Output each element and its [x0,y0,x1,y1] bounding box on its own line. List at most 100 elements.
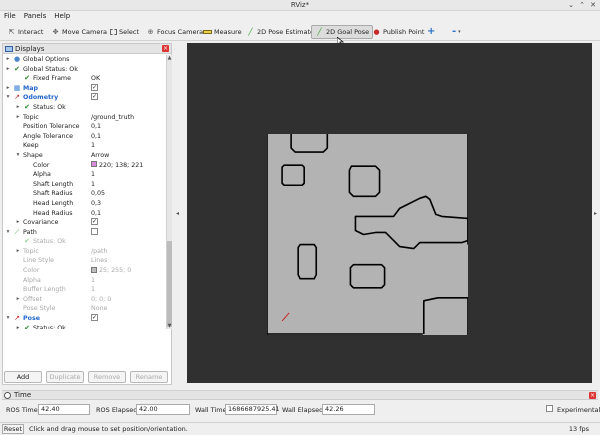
tree-row-fixed-frame[interactable]: ✔ Fixed Frame OK [3,74,166,84]
chevron-right-icon[interactable]: ▸ [5,55,11,65]
collapse-right-icon[interactable]: ▸ [594,210,597,217]
interact-button[interactable]: ⇱ Interact [4,25,46,39]
menu-help[interactable]: Help [50,11,74,21]
chevron-down-icon[interactable]: ▾ [5,93,11,103]
tree-row-pose-status[interactable]: ▸ ✔ Status: Ok [3,324,166,329]
remove-tool-button[interactable]: - ▾ [449,25,464,39]
scroll-down-icon[interactable]: ▼ [167,323,172,329]
move-camera-button[interactable]: ✥ Move Camera [48,25,110,39]
maximize-icon[interactable]: ⌃ [578,1,586,9]
tree-row-shaft-length[interactable]: Shaft Length 1 [3,180,166,190]
tree-row-shape-alpha[interactable]: Alpha 1 [3,170,166,180]
tree-scrollbar[interactable]: ▲ ▼ [166,55,172,329]
tree-row-odometry-topic[interactable]: ▸ Topic/ground_truth [3,113,166,123]
tree-row-global-status[interactable]: ▸ ✔ Global Status: Ok [3,65,166,75]
tree-row-value[interactable]: 1 [91,285,95,295]
chevron-right-icon[interactable]: ▸ [5,65,11,75]
ros-time-field[interactable]: 42.40 [38,404,90,415]
tree-row-value[interactable]: /path [91,247,107,257]
chevron-right-icon[interactable]: ▸ [15,103,21,113]
tree-row-shape-color[interactable]: Color 220; 138; 221 [3,161,166,171]
tree-row-value[interactable]: 220; 138; 221 [91,161,143,171]
add-tool-button[interactable]: + [424,25,438,39]
remove-button[interactable]: Remove [88,371,126,383]
tree-row-value[interactable]: 0,05 [91,189,105,199]
wall-time-field[interactable]: 1686687925.41 [225,404,280,415]
minimize-icon[interactable]: ⌄ [567,1,575,9]
rename-button[interactable]: Rename [130,371,168,383]
chevron-right-icon[interactable]: ▸ [15,218,21,228]
tree-row-pose-style[interactable]: Pose Style None [3,304,166,314]
add-button[interactable]: Add [4,371,42,383]
tree-row-value[interactable]: None [91,304,107,314]
reset-button[interactable]: Reset [2,424,24,434]
tree-row-value[interactable]: 1 [91,180,95,190]
menu-file[interactable]: File [0,11,20,21]
enable-checkbox[interactable]: ✓ [91,218,98,226]
tree-row-path-display[interactable]: ▾ ⟋ Path [3,227,166,238]
tree-row-path-topic[interactable]: ▸ Topic/path [3,247,166,257]
tree-row-line-style[interactable]: Line Style Lines [3,256,166,266]
chevron-down-icon[interactable]: ▾ [15,151,21,161]
tree-row-value[interactable]: Lines [91,256,107,266]
tree-row-offset[interactable]: ▸ Offset 0; 0; 0 [3,295,166,305]
tree-row-map-display[interactable]: ▸ ▦ Map ✓ [3,83,166,94]
tree-row-value[interactable]: OK [91,74,100,84]
chevron-down-icon[interactable]: ▾ [5,314,11,324]
tree-row-position-tolerance[interactable]: Position Tolerance 0,1 [3,122,166,132]
display-tree[interactable]: ▸ ● Global Options ▸ ✔ Global Status: Ok ✔ Fixe… [3,55,166,329]
render-viewport[interactable] [187,43,592,383]
tree-row-odometry-display[interactable]: ▾ ↗ Odometry ✓ [3,93,166,103]
tree-row-pose-display[interactable]: ▾ ↗ Pose ✓ [3,314,166,324]
scroll-up-icon[interactable]: ▲ [167,55,172,61]
tree-row-path-status[interactable]: ✔ Status: Ok [3,237,166,247]
tree-row-value[interactable]: 1 [91,141,95,151]
tree-row-covariance[interactable]: ▸ Covariance ✓ [3,218,166,228]
tree-row-value[interactable]: 0,3 [91,199,101,209]
ros-elapsed-field[interactable]: 42.00 [136,404,190,415]
close-panel-icon[interactable]: × [589,392,596,399]
tree-row-value[interactable]: 1 [91,170,95,180]
wall-elapsed-field[interactable]: 42.26 [322,404,375,415]
tree-row-buffer-length[interactable]: Buffer Length 1 [3,285,166,295]
measure-button[interactable]: Measure [200,25,245,39]
tree-row-odometry-status[interactable]: ▸ ✔ Status: Ok [3,103,166,113]
tree-row-value[interactable]: Arrow [91,151,109,161]
collapse-left-icon[interactable]: ◂ [176,210,179,217]
experimental-checkbox[interactable] [546,405,553,412]
pose-estimate-button[interactable]: ╱ 2D Pose Estimate [243,25,317,39]
chevron-right-icon[interactable]: ▸ [15,295,21,305]
enable-checkbox[interactable]: ✓ [91,314,98,322]
tree-row-shaft-radius[interactable]: Shaft Radius 0,05 [3,189,166,199]
focus-camera-button[interactable]: ⊕ Focus Camera [143,25,206,39]
color-swatch[interactable] [91,266,97,273]
close-panel-icon[interactable]: × [162,45,169,52]
publish-point-button[interactable]: ● Publish Point [369,25,427,39]
tree-row-value[interactable]: 0; 0; 0 [91,295,111,305]
tree-row-angle-tolerance[interactable]: Angle Tolerance 0,1 [3,132,166,142]
tree-row-global-options[interactable]: ▸ ● Global Options [3,55,166,65]
chevron-right-icon[interactable]: ▸ [5,84,11,94]
tree-row-shape[interactable]: ▾ Shape Arrow [3,151,166,161]
enable-checkbox[interactable] [91,227,98,235]
tree-row-keep[interactable]: Keep 1 [3,141,166,151]
tree-row-head-radius[interactable]: Head Radius 0,1 [3,209,166,219]
tree-row-value[interactable]: 0,1 [91,122,101,132]
tree-row-path-color[interactable]: Color 25; 255; 0 [3,266,166,276]
tree-row-path-alpha[interactable]: Alpha 1 [3,276,166,286]
select-button[interactable]: Select [107,25,142,39]
tree-row-value[interactable]: 1 [91,276,95,286]
duplicate-button[interactable]: Duplicate [46,371,84,383]
enable-checkbox[interactable]: ✓ [91,83,98,91]
scrollbar-thumb[interactable] [167,241,172,327]
chevron-right-icon[interactable]: ▸ [15,324,21,329]
chevron-right-icon[interactable]: ▸ [15,247,21,257]
tree-row-value[interactable]: 25; 255; 0 [91,266,131,276]
chevron-right-icon[interactable]: ▸ [15,113,21,123]
enable-checkbox[interactable]: ✓ [91,93,98,101]
tree-row-head-length[interactable]: Head Length 0,3 [3,199,166,209]
color-swatch[interactable] [91,161,97,168]
tree-row-value[interactable]: /ground_truth [91,113,134,123]
close-icon[interactable]: ✕ [589,1,597,9]
menu-panels[interactable]: Panels [20,11,51,21]
